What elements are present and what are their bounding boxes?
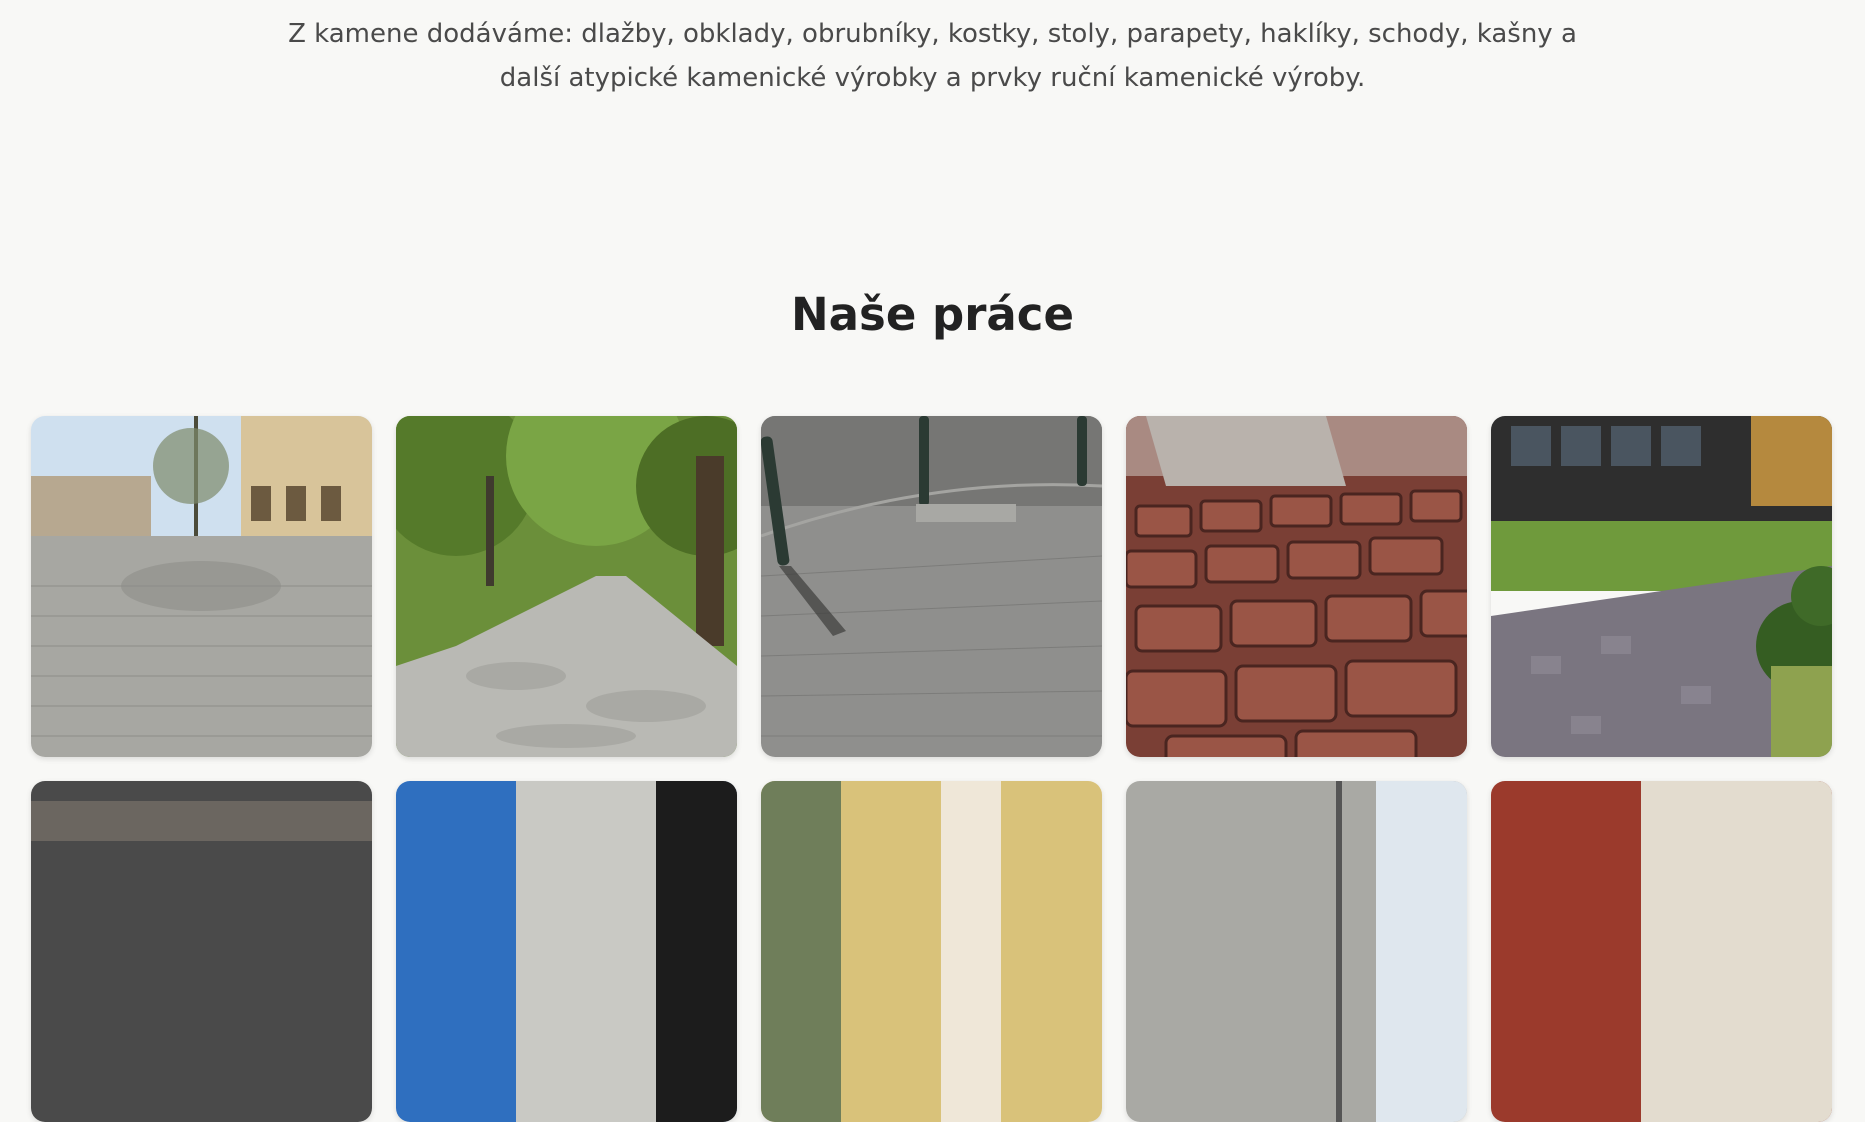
red-granite-cobbles-closeup-photo <box>1126 416 1467 757</box>
building-facade-blue-sky-photo <box>396 781 737 1122</box>
red-brick-building-photo <box>1491 781 1832 1122</box>
street-cafe-photo <box>31 781 372 1122</box>
intro-text: Z kamene dodáváme: dlažby, obklady, obru… <box>283 0 1583 100</box>
gallery-photo-5[interactable] <box>1491 416 1832 757</box>
gallery-photo-8[interactable] <box>761 781 1102 1122</box>
section-title: Naše práce <box>791 288 1074 341</box>
yellow-building-street-photo <box>761 781 1102 1122</box>
gallery-grid <box>31 416 1832 1122</box>
gallery-photo-3[interactable] <box>761 416 1102 757</box>
intro-line-2: další atypické kamenické výrobky a prvky… <box>499 63 1366 93</box>
gallery-photo-1[interactable] <box>31 416 372 757</box>
gallery-photo-4[interactable] <box>1126 416 1467 757</box>
gallery-photo-10[interactable] <box>1491 781 1832 1122</box>
park-path-cobblestone-photo <box>396 416 737 757</box>
gallery-photo-7[interactable] <box>396 781 737 1122</box>
town-square-cobblestone-photo <box>31 416 372 757</box>
street-lamp-buildings-photo <box>1126 781 1467 1122</box>
grey-paving-bollards-photo <box>761 416 1102 757</box>
intro-line-1: Z kamene dodáváme: dlažby, obklady, obru… <box>288 19 1577 49</box>
gallery-photo-9[interactable] <box>1126 781 1467 1122</box>
gallery-photo-6[interactable] <box>31 781 372 1122</box>
modern-building-cobble-path-photo <box>1491 416 1832 757</box>
gallery-photo-2[interactable] <box>396 416 737 757</box>
